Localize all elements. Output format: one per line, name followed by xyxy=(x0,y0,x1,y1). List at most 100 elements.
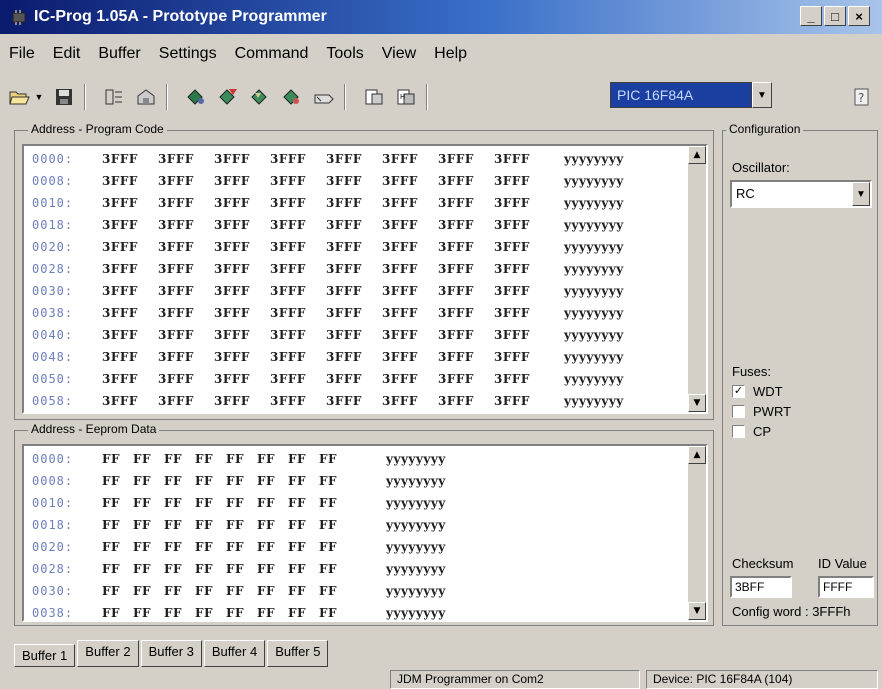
erase-icon[interactable] xyxy=(312,86,336,108)
wdt-checkbox[interactable]: ✓ xyxy=(732,385,745,398)
data-cell[interactable]: 3FFF xyxy=(438,372,474,386)
data-cell[interactable]: 3FFF xyxy=(326,218,362,232)
data-cell[interactable]: 3FFF xyxy=(214,284,250,298)
data-cell[interactable]: FF xyxy=(133,496,151,510)
menu-tools[interactable]: Tools xyxy=(317,45,372,63)
cp-checkbox[interactable] xyxy=(732,425,745,438)
open-dropdown-icon[interactable]: ▼ xyxy=(34,86,44,108)
data-cell[interactable]: FF xyxy=(195,584,213,598)
data-cell[interactable]: 3FFF xyxy=(494,174,530,188)
data-cell[interactable]: 3FFF xyxy=(214,152,250,166)
data-cell[interactable]: 3FFF xyxy=(438,174,474,188)
eeprom-scrollbar[interactable]: ▲ ▼ xyxy=(688,446,706,620)
data-cell[interactable]: 3FFF xyxy=(270,240,306,254)
data-cell[interactable]: 3FFF xyxy=(102,174,138,188)
data-cell[interactable]: FF xyxy=(164,452,182,466)
fuse-wdt[interactable]: ✓ WDT xyxy=(732,384,783,399)
data-cell[interactable]: 3FFF xyxy=(494,350,530,364)
data-cell[interactable]: 3FFF xyxy=(102,152,138,166)
data-cell[interactable]: FF xyxy=(195,518,213,532)
data-cell[interactable]: FF xyxy=(102,584,120,598)
data-cell[interactable]: FF xyxy=(195,540,213,554)
tab-buffer-5[interactable]: Buffer 5 xyxy=(267,640,329,667)
data-cell[interactable]: 3FFF xyxy=(494,218,530,232)
data-cell[interactable]: FF xyxy=(288,562,306,576)
data-cell[interactable]: 3FFF xyxy=(158,174,194,188)
verify-icon[interactable] xyxy=(280,86,304,108)
data-cell[interactable]: 3FFF xyxy=(438,218,474,232)
pwrt-checkbox[interactable] xyxy=(732,405,745,418)
data-cell[interactable]: 3FFF xyxy=(382,218,418,232)
data-cell[interactable]: FF xyxy=(257,474,275,488)
tab-buffer-4[interactable]: Buffer 4 xyxy=(203,640,266,667)
data-cell[interactable]: 3FFF xyxy=(382,284,418,298)
data-cell[interactable]: 3FFF xyxy=(382,306,418,320)
data-cell[interactable]: 3FFF xyxy=(270,394,306,408)
data-cell[interactable]: 3FFF xyxy=(382,262,418,276)
data-cell[interactable]: 3FFF xyxy=(214,196,250,210)
data-cell[interactable]: 3FFF xyxy=(158,240,194,254)
data-cell[interactable]: FF xyxy=(226,540,244,554)
data-cell[interactable]: FF xyxy=(133,562,151,576)
data-cell[interactable]: 3FFF xyxy=(102,218,138,232)
save-icon[interactable] xyxy=(52,86,76,108)
data-cell[interactable]: FF xyxy=(102,518,120,532)
data-cell[interactable]: 3FFF xyxy=(494,328,530,342)
tab-buffer-3[interactable]: Buffer 3 xyxy=(140,640,202,667)
data-cell[interactable]: FF xyxy=(288,584,306,598)
data-cell[interactable]: 3FFF xyxy=(270,218,306,232)
data-cell[interactable]: 3FFF xyxy=(158,350,194,364)
data-cell[interactable]: 3FFF xyxy=(158,196,194,210)
data-cell[interactable]: 3FFF xyxy=(158,152,194,166)
data-cell[interactable]: FF xyxy=(257,540,275,554)
data-cell[interactable]: 3FFF xyxy=(326,196,362,210)
data-cell[interactable]: 3FFF xyxy=(158,262,194,276)
data-cell[interactable]: FF xyxy=(257,584,275,598)
data-cell[interactable]: 3FFF xyxy=(214,372,250,386)
data-cell[interactable]: FF xyxy=(133,474,151,488)
data-cell[interactable]: FF xyxy=(226,496,244,510)
data-cell[interactable]: FF xyxy=(133,606,151,620)
data-cell[interactable]: 3FFF xyxy=(494,152,530,166)
data-cell[interactable]: 3FFF xyxy=(382,152,418,166)
data-cell[interactable]: FF xyxy=(164,474,182,488)
data-cell[interactable]: 3FFF xyxy=(102,306,138,320)
data-cell[interactable]: 3FFF xyxy=(102,196,138,210)
data-cell[interactable]: 3FFF xyxy=(270,196,306,210)
data-cell[interactable]: 3FFF xyxy=(214,262,250,276)
data-cell[interactable]: 3FFF xyxy=(270,174,306,188)
data-cell[interactable]: 3FFF xyxy=(438,240,474,254)
data-cell[interactable]: FF xyxy=(319,562,337,576)
data-cell[interactable]: 3FFF xyxy=(102,328,138,342)
data-cell[interactable]: FF xyxy=(195,452,213,466)
data-cell[interactable]: FF xyxy=(102,606,120,620)
data-cell[interactable]: FF xyxy=(164,562,182,576)
menu-view[interactable]: View xyxy=(373,45,425,63)
data-cell[interactable]: FF xyxy=(164,540,182,554)
menu-settings[interactable]: Settings xyxy=(150,45,226,63)
data-cell[interactable]: 3FFF xyxy=(326,284,362,298)
chevron-down-icon[interactable]: ▼ xyxy=(852,182,870,206)
scroll-up-button[interactable]: ▲ xyxy=(688,446,706,464)
tab-buffer-1[interactable]: Buffer 1 xyxy=(14,644,76,667)
scroll-down-button[interactable]: ▼ xyxy=(688,602,706,620)
data-cell[interactable]: FF xyxy=(226,562,244,576)
data-cell[interactable]: FF xyxy=(257,496,275,510)
fuse-pwrt[interactable]: PWRT xyxy=(732,404,791,419)
data-cell[interactable]: 3FFF xyxy=(438,306,474,320)
data-cell[interactable]: FF xyxy=(133,584,151,598)
data-cell[interactable]: 3FFF xyxy=(214,174,250,188)
data-cell[interactable]: 3FFF xyxy=(102,394,138,408)
data-cell[interactable]: FF xyxy=(319,474,337,488)
data-cell[interactable]: 3FFF xyxy=(494,240,530,254)
data-cell[interactable]: 3FFF xyxy=(326,328,362,342)
data-cell[interactable]: FF xyxy=(195,562,213,576)
data-cell[interactable]: 3FFF xyxy=(214,328,250,342)
data-cell[interactable]: 3FFF xyxy=(102,284,138,298)
menu-command[interactable]: Command xyxy=(226,45,318,63)
data-cell[interactable]: FF xyxy=(102,474,120,488)
data-cell[interactable]: 3FFF xyxy=(214,350,250,364)
data-cell[interactable]: FF xyxy=(195,606,213,620)
data-cell[interactable]: FF xyxy=(102,540,120,554)
data-cell[interactable]: 3FFF xyxy=(326,152,362,166)
